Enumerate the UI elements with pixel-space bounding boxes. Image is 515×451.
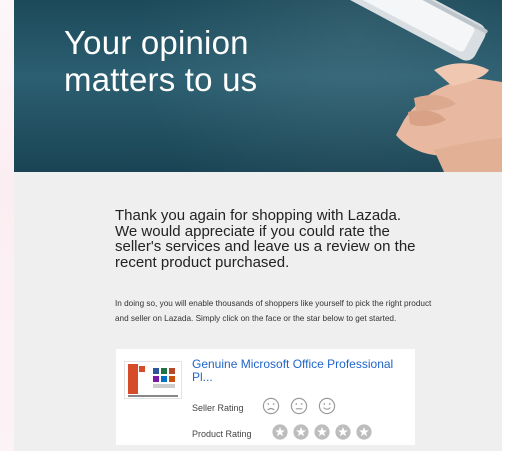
hero-title: Your opinion matters to us: [64, 24, 324, 98]
product-rating-row: Product Rating: [192, 423, 412, 443]
review-request-content: Thank you again for shopping with Lazada…: [14, 172, 502, 451]
page-right-margin: [502, 0, 515, 451]
neutral-face-icon[interactable]: [290, 397, 308, 415]
star-icon[interactable]: [314, 424, 330, 440]
happy-face-icon[interactable]: [318, 397, 336, 415]
product-review-card: Genuine Microsoft Office Professional Pl…: [116, 349, 415, 445]
product-rating-stars: [272, 424, 372, 442]
hero-banner: Your opinion matters to us: [14, 0, 502, 172]
intro-message: Thank you again for shopping with Lazada…: [115, 207, 416, 271]
hero-title-line2: matters to us: [64, 61, 258, 98]
star-icon[interactable]: [272, 424, 288, 440]
product-rating-label: Product Rating: [192, 429, 252, 439]
product-title-link[interactable]: Genuine Microsoft Office Professional Pl…: [192, 358, 402, 384]
page-left-margin: [0, 0, 14, 451]
seller-rating-label: Seller Rating: [192, 403, 244, 413]
details-message: In doing so, you will enable thousands o…: [115, 299, 432, 323]
office-box-icon: [128, 364, 178, 397]
seller-rating-row: Seller Rating: [192, 397, 412, 417]
seller-rating-faces: [262, 397, 336, 417]
sad-face-icon[interactable]: [262, 397, 280, 415]
product-thumbnail[interactable]: [124, 361, 182, 399]
star-icon[interactable]: [335, 424, 351, 440]
hero-title-line1: Your opinion: [64, 24, 249, 61]
star-icon[interactable]: [293, 424, 309, 440]
star-icon[interactable]: [356, 424, 372, 440]
